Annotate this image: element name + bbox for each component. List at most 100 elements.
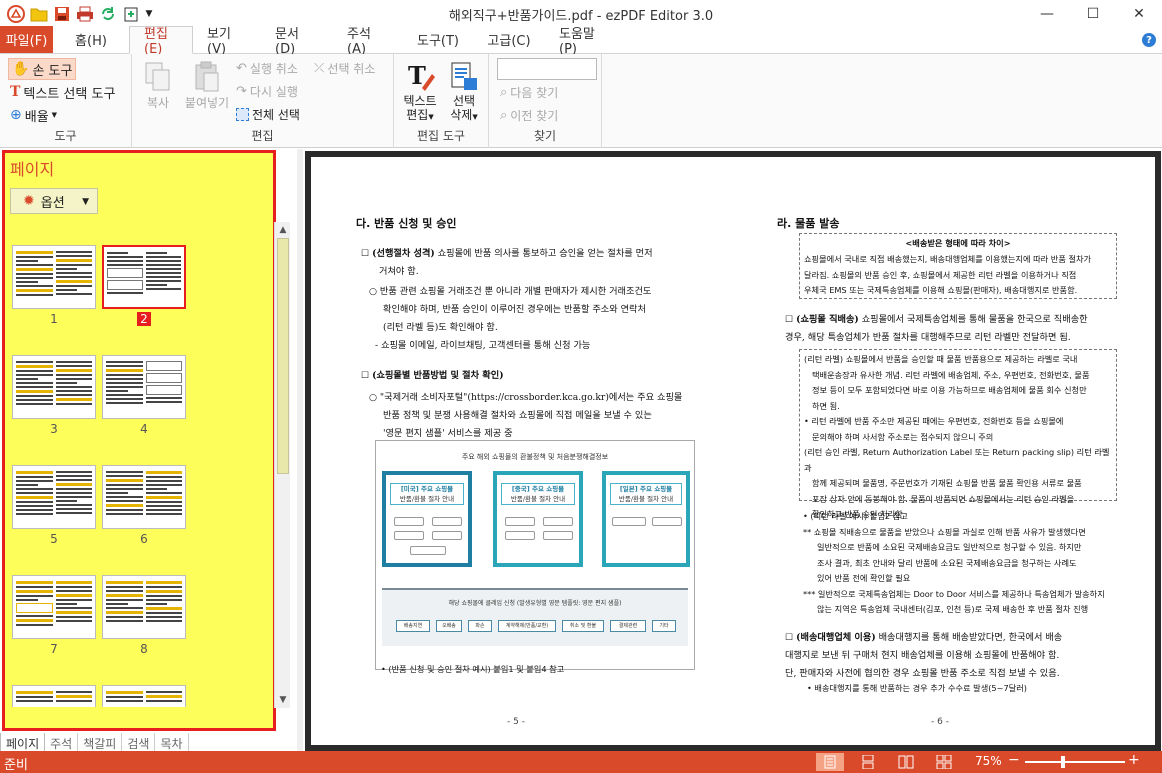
redo-button[interactable]: ↷ 다시 실행 xyxy=(236,83,298,100)
shopping-mall-figure: 주요 해외 쇼핑몰의 환불정책 및 처음분쟁해결정보 [미국] 주요 쇼핑몰 반품… xyxy=(375,440,695,670)
note: • (반품 신청 및 승인 절차 예시) 붙임1 및 붙임4 참고 xyxy=(381,664,565,674)
status-text: 준비 xyxy=(4,758,28,773)
options-button[interactable]: ✹ 옵션 ▼ xyxy=(10,188,98,214)
zoom-button[interactable]: ⊕ 배율 ▼ xyxy=(10,105,57,125)
copy-button[interactable]: 복사 xyxy=(138,60,178,110)
paragraph: ☐ (선행절차 성격) 쇼핑몰에 반품 의사를 통보하고 승인을 얻는 절차를 … xyxy=(361,248,653,277)
thumbnail-scrollbar[interactable]: ▲ ▼ xyxy=(274,222,290,708)
find-prev-button[interactable]: ⌕ 이전 찾기 xyxy=(500,107,558,124)
app-logo-icon[interactable] xyxy=(6,4,25,23)
document-view[interactable]: 다. 반품 신청 및 승인 ☐ (선행절차 성격) 쇼핑몰에 반품 의사를 통보… xyxy=(303,149,1162,751)
panel-tab-bookmarks[interactable]: 책갈피 xyxy=(78,733,123,753)
thumbnail-page-7[interactable] xyxy=(12,575,96,639)
paragraph: ☐ (쇼핑몰별 반품방법 및 절차 확인) xyxy=(361,370,504,381)
paste-icon xyxy=(195,61,219,92)
find-next-button[interactable]: ⌕ 다음 찾기 xyxy=(500,84,558,101)
scroll-up-icon[interactable]: ▲ xyxy=(275,222,291,238)
continuous-icon[interactable] xyxy=(854,753,882,771)
single-page-icon[interactable] xyxy=(816,753,844,771)
two-page-icon[interactable] xyxy=(892,753,920,771)
tab-view[interactable]: 보기(V) xyxy=(193,26,261,57)
close-icon[interactable]: ✕ xyxy=(1116,0,1162,27)
section-heading: 라. 물품 발송 xyxy=(777,217,840,230)
paragraph: ☐ (배송대행업체 이용) 배송대행지를 통해 배송받았다면, 한국에서 배송 … xyxy=(785,632,1063,679)
hand-tool-button[interactable]: ✋ 손 도구 xyxy=(8,58,77,80)
tab-edit[interactable]: 편집(E) xyxy=(129,26,193,57)
hand-icon: ✋ xyxy=(12,61,30,77)
china-card: [중국] 주요 쇼핑몰 반품/환불 절차 안내 xyxy=(493,471,583,567)
section-heading: 다. 반품 신청 및 승인 xyxy=(356,217,457,230)
svg-text:T: T xyxy=(408,61,426,90)
paste-button[interactable]: 붙여넣기 xyxy=(180,60,234,110)
help-icon[interactable]: ? xyxy=(1142,33,1156,47)
zoom-in-icon[interactable]: + xyxy=(1128,752,1140,768)
maximize-icon[interactable]: ☐ xyxy=(1070,0,1116,27)
undo-button[interactable]: ↶ 실행 취소 xyxy=(236,60,298,77)
copy-icon xyxy=(145,62,170,91)
thumbnail-label-selected: 2 xyxy=(102,312,186,326)
pages-panel-highlight: 페이지 ✹ 옵션 ▼ 1 2 3 4 5 6 7 8 xyxy=(2,150,276,731)
tab-annotation[interactable]: 주석(A) xyxy=(333,26,403,57)
tab-advanced[interactable]: 고급(C) xyxy=(473,26,545,53)
two-page-continuous-icon[interactable] xyxy=(930,753,958,771)
thumbnail-page-9[interactable] xyxy=(12,685,96,707)
ribbon-group-tools: ✋ 손 도구 T 텍스트 선택 도구 ⊕ 배율 ▼ 도구 xyxy=(0,54,132,148)
panel-tab-toc[interactable]: 목차 xyxy=(155,733,189,753)
select-delete-button[interactable]: 선택 삭제▼ xyxy=(442,60,486,124)
gear-icon: ✹ xyxy=(23,193,35,209)
status-bar: 준비 75% − + xyxy=(0,751,1162,773)
page-number: - 5 - xyxy=(507,717,525,727)
panel-tab-search[interactable]: 검색 xyxy=(122,733,156,753)
text-select-tool-button[interactable]: T 텍스트 선택 도구 xyxy=(10,82,115,102)
minimize-icon[interactable]: — xyxy=(1024,0,1070,27)
scroll-thumb[interactable] xyxy=(277,238,289,474)
find-next-icon: ⌕ xyxy=(500,85,508,100)
tab-file[interactable]: 파일(F) xyxy=(0,26,53,53)
select-all-icon xyxy=(236,108,249,121)
notes: • (리턴 라벨 예시) 붙임2 참고 ** 쇼핑몰 직배송으로 물품을 받았으… xyxy=(803,511,1105,614)
zoom-icon: ⊕ xyxy=(10,107,22,123)
paragraph: ☐ (쇼핑몰 직배송) 쇼핑몰에서 국제특송업체를 통해 물품을 한국으로 직배… xyxy=(785,314,1088,343)
save-icon[interactable] xyxy=(52,4,71,23)
thumbnail-page-4[interactable] xyxy=(102,355,186,419)
find-input[interactable] xyxy=(497,58,597,80)
text-edit-icon: T xyxy=(408,61,435,91)
refresh-icon[interactable] xyxy=(98,4,117,23)
zoom-out-icon[interactable]: − xyxy=(1008,752,1020,768)
open-folder-icon[interactable] xyxy=(29,4,48,23)
dropdown-icon[interactable]: ▼ xyxy=(144,4,154,23)
thumbnail-page-1[interactable] xyxy=(12,245,96,309)
chevron-down-icon: ▼ xyxy=(51,111,58,119)
undo-icon: ↶ xyxy=(236,61,247,76)
thumbnail-page-3[interactable] xyxy=(12,355,96,419)
select-all-button[interactable]: 전체 선택 xyxy=(236,106,300,123)
thumbnail-page-2[interactable] xyxy=(102,245,186,309)
thumbnail-page-10[interactable] xyxy=(102,685,186,707)
thumbnail-list: 1 2 3 4 5 6 7 8 xyxy=(5,241,267,707)
text-edit-button[interactable]: T 텍스트 편집▼ xyxy=(398,60,442,124)
tab-home[interactable]: 홈(H) xyxy=(53,26,129,53)
tab-document[interactable]: 문서(D) xyxy=(261,26,333,57)
pages-panel: 페이지 ✹ 옵션 ▼ 1 2 3 4 5 6 7 8 ▲ ▼ 페이지 주석 책갈… xyxy=(0,149,297,753)
page-spread: 다. 반품 신청 및 승인 ☐ (선행절차 성격) 쇼핑몰에 반품 의사를 통보… xyxy=(305,151,1161,751)
thumbnail-label: 5 xyxy=(50,532,58,546)
print-icon[interactable] xyxy=(75,4,94,23)
zoom-slider-handle[interactable] xyxy=(1061,756,1065,768)
thumbnail-page-5[interactable] xyxy=(12,465,96,529)
quick-access-toolbar: ▼ xyxy=(0,4,154,23)
zoom-slider[interactable] xyxy=(1025,761,1125,763)
panel-tab-annotations[interactable]: 주석 xyxy=(45,733,79,753)
thumbnail-label: 6 xyxy=(140,532,148,546)
thumbnail-page-8[interactable] xyxy=(102,575,186,639)
japan-card: [일본] 주요 쇼핑몰 반품/환불 절차 안내 xyxy=(602,471,690,567)
deselect-button[interactable]: ⤫ 선택 취소 xyxy=(314,60,375,77)
panel-tab-pages[interactable]: 페이지 xyxy=(0,733,46,753)
redo-icon: ↷ xyxy=(236,84,247,99)
thumbnail-page-6[interactable] xyxy=(102,465,186,529)
tab-help[interactable]: 도움말(P) xyxy=(545,26,625,57)
scroll-down-icon[interactable]: ▼ xyxy=(275,692,291,708)
new-document-icon[interactable] xyxy=(121,4,140,23)
find-prev-icon: ⌕ xyxy=(500,108,508,123)
tab-tools[interactable]: 도구(T) xyxy=(403,26,473,53)
chevron-down-icon: ▼ xyxy=(472,113,478,121)
